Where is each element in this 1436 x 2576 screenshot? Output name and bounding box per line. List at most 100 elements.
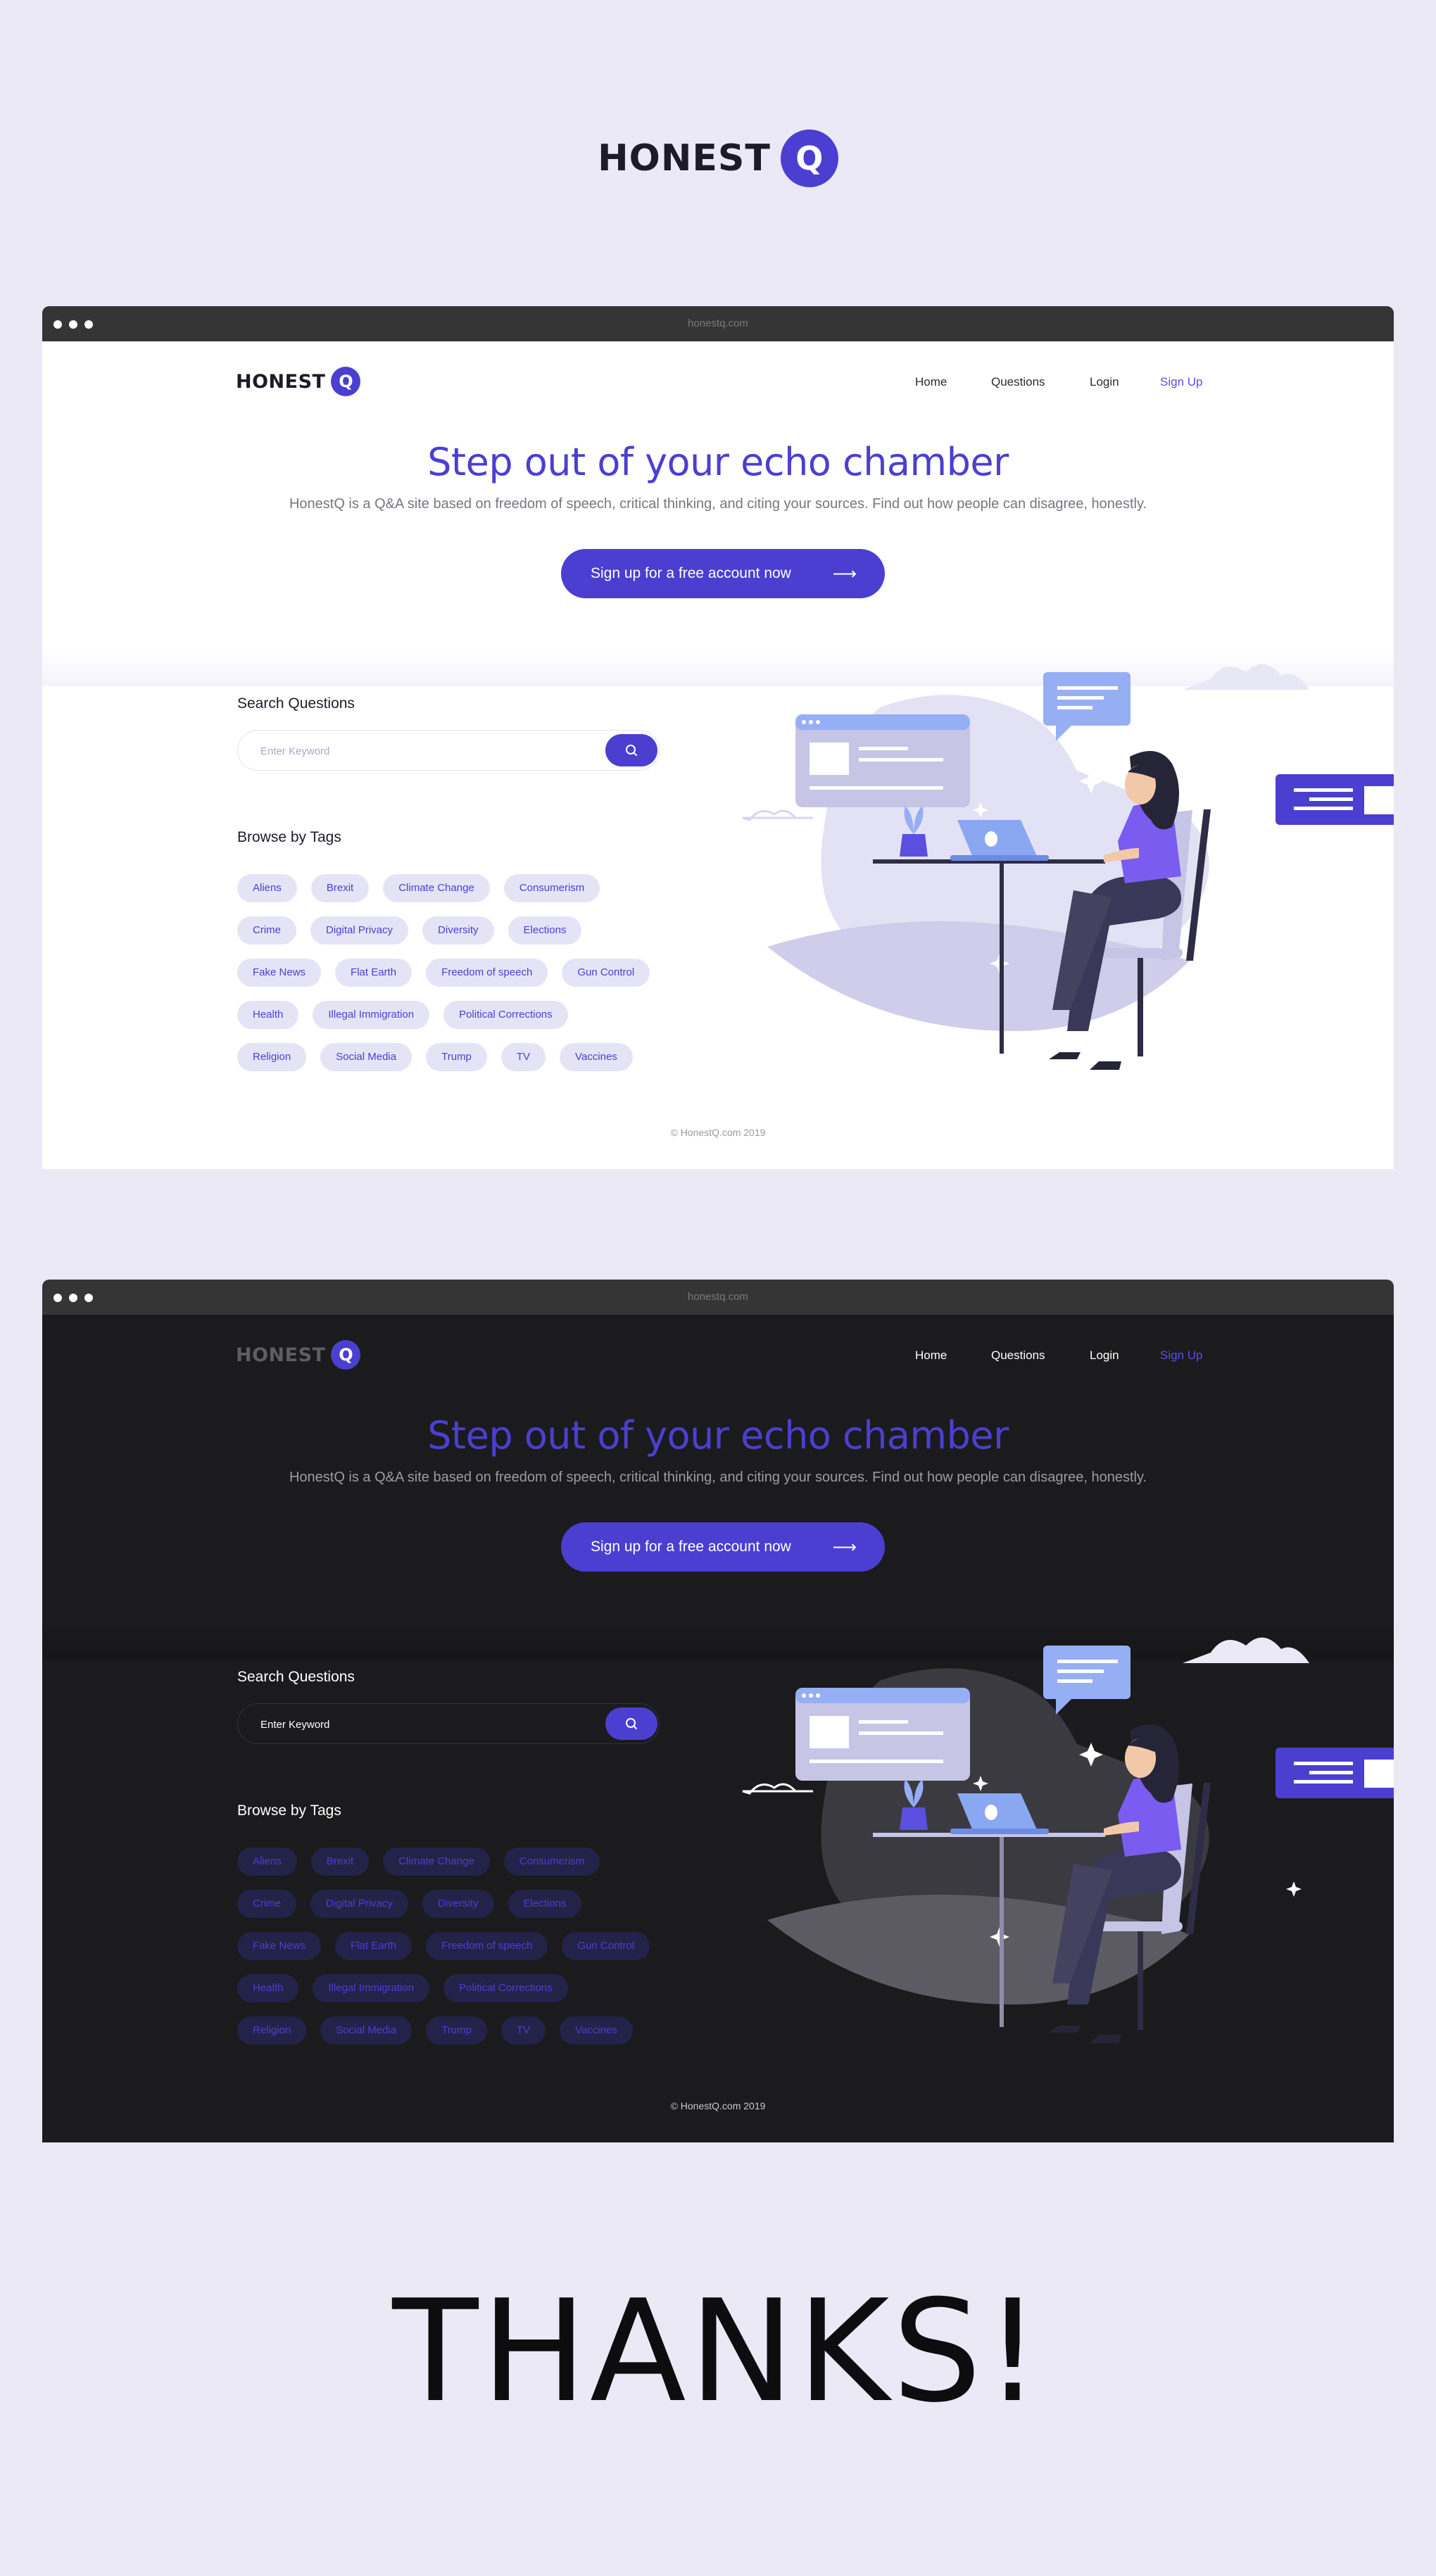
browser-chrome: honestq.com [42, 306, 1394, 341]
tag-chip[interactable]: Flat Earth [335, 959, 412, 987]
tag-chip[interactable]: Diversity [422, 1890, 494, 1918]
tag-chip[interactable]: Elections [508, 916, 582, 945]
arrow-right-icon: ⟶ [832, 1537, 857, 1557]
hero-title: Step out of your echo chamber [427, 440, 1009, 484]
tag-list: Aliens Brexit Climate Change Consumerism… [237, 1848, 688, 2059]
tag-chip[interactable]: Social Media [320, 1043, 412, 1071]
tag-row: Crime Digital Privacy Diversity Election… [237, 916, 688, 945]
tag-chip[interactable]: Brexit [310, 1848, 370, 1876]
brand-header: HONEST Q [0, 130, 1436, 187]
tag-chip[interactable]: Digital Privacy [310, 1890, 409, 1918]
tag-chip[interactable]: Fake News [237, 959, 322, 987]
closing-text: THANKS! [392, 2270, 1044, 2434]
site-logo[interactable]: HONEST Q [236, 1340, 361, 1370]
tag-chip[interactable]: Social Media [320, 2016, 412, 2045]
tag-chip[interactable]: Political Corrections [443, 1974, 568, 2002]
tag-chip[interactable]: Trump [426, 1043, 487, 1071]
logo-wordmark: HONEST [236, 370, 326, 393]
tag-chip[interactable]: Health [237, 1001, 299, 1029]
tag-row: Health Illegal Immigration Political Cor… [237, 1974, 688, 2002]
tag-chip[interactable]: Religion [237, 2016, 307, 2045]
tag-chip[interactable]: Gun Control [562, 959, 650, 987]
tag-row: Religion Social Media Trump TV Vaccines [237, 1043, 688, 1071]
tag-chip[interactable]: Crime [237, 1890, 296, 1918]
main-nav: Home Questions Login Sign Up [915, 1349, 1216, 1363]
logo-q-badge: Q [331, 367, 361, 396]
tag-chip[interactable]: Illegal Immigration [313, 1974, 430, 2002]
tag-chip[interactable]: Consumerism [503, 874, 600, 902]
search-icon [626, 1718, 637, 1729]
brand-wordmark: HONEST [598, 137, 771, 179]
search-button[interactable] [605, 734, 657, 766]
nav-signup[interactable]: Sign Up [1160, 375, 1216, 389]
tag-chip[interactable]: Religion [237, 1043, 307, 1071]
hero-title: Step out of your echo chamber [427, 1413, 1009, 1458]
tag-chip[interactable]: Diversity [422, 916, 494, 945]
tag-chip[interactable]: Fake News [237, 1932, 322, 1960]
footer-copyright: © HonestQ.com 2019 [670, 2100, 766, 2111]
nav-questions[interactable]: Questions [991, 1349, 1090, 1363]
search-input[interactable] [259, 1704, 572, 1745]
hero-illustration [742, 664, 1394, 1070]
brand-q-badge: Q [780, 130, 838, 187]
tag-chip[interactable]: Climate Change [383, 874, 490, 902]
logo-q-badge: Q [331, 1340, 361, 1370]
tag-chip[interactable]: Health [237, 1974, 299, 2002]
search-heading: Search Questions [237, 695, 355, 712]
tag-chip[interactable]: Gun Control [562, 1932, 650, 1960]
tag-chip[interactable]: Aliens [237, 874, 297, 902]
tag-chip[interactable]: Brexit [310, 874, 370, 902]
tag-chip[interactable]: Vaccines [560, 1043, 633, 1071]
tag-chip[interactable]: Aliens [237, 1848, 297, 1876]
address-bar[interactable]: honestq.com [42, 317, 1394, 329]
tag-chip[interactable]: Freedom of speech [426, 1932, 548, 1960]
hero-illustration [742, 1637, 1394, 2043]
tag-chip[interactable]: Elections [508, 1890, 582, 1918]
tag-chip[interactable]: Flat Earth [335, 1932, 412, 1960]
nav-home[interactable]: Home [915, 1349, 991, 1363]
tag-row: Health Illegal Immigration Political Cor… [237, 1001, 688, 1029]
nav-signup[interactable]: Sign Up [1160, 1349, 1216, 1363]
tag-chip[interactable]: TV [500, 2016, 546, 2045]
search-icon [626, 745, 637, 756]
tag-chip[interactable]: Crime [237, 916, 296, 945]
tag-chip[interactable]: Political Corrections [443, 1001, 568, 1029]
nav-home[interactable]: Home [915, 375, 991, 389]
footer-copyright: © HonestQ.com 2019 [670, 1127, 766, 1138]
tag-chip[interactable]: TV [500, 1043, 546, 1071]
search-heading: Search Questions [237, 1669, 355, 1685]
signup-cta-button[interactable]: Sign up for a free account now ⟶ [561, 1522, 885, 1572]
main-nav: Home Questions Login Sign Up [915, 375, 1216, 389]
cta-label: Sign up for a free account now [591, 1539, 791, 1555]
tag-chip[interactable]: Consumerism [503, 1848, 600, 1876]
nav-questions[interactable]: Questions [991, 375, 1090, 389]
tag-list: Aliens Brexit Climate Change Consumerism… [237, 874, 688, 1085]
nav-login[interactable]: Login [1090, 375, 1160, 389]
nav-login[interactable]: Login [1090, 1349, 1160, 1363]
tag-chip[interactable]: Climate Change [383, 1848, 490, 1876]
tags-heading: Browse by Tags [237, 829, 341, 845]
tag-chip[interactable]: Trump [426, 2016, 487, 2045]
tag-chip[interactable]: Vaccines [560, 2016, 633, 2045]
site-logo[interactable]: HONEST Q [236, 367, 361, 396]
tag-row: Aliens Brexit Climate Change Consumerism [237, 1848, 688, 1876]
search-box [237, 1703, 660, 1745]
browser-mockup-dark: honestq.com HONEST Q Home Questions Logi… [42, 1280, 1394, 2142]
search-input[interactable] [259, 731, 572, 771]
tag-chip[interactable]: Illegal Immigration [313, 1001, 430, 1029]
hero-subtitle: HonestQ is a Q&A site based on freedom o… [289, 1470, 1147, 1485]
arrow-right-icon: ⟶ [832, 564, 857, 583]
address-bar[interactable]: honestq.com [42, 1291, 1394, 1303]
tag-row: Crime Digital Privacy Diversity Election… [237, 1890, 688, 1918]
logo-wordmark: HONEST [236, 1344, 326, 1366]
browser-chrome: honestq.com [42, 1280, 1394, 1315]
tag-chip[interactable]: Digital Privacy [310, 916, 409, 945]
search-button[interactable] [605, 1707, 657, 1740]
page-dark: HONEST Q Home Questions Login Sign Up St… [42, 1315, 1394, 2142]
tag-row: Religion Social Media Trump TV Vaccines [237, 2016, 688, 2045]
tag-row: Fake News Flat Earth Freedom of speech G… [237, 1932, 688, 1960]
signup-cta-button[interactable]: Sign up for a free account now ⟶ [561, 549, 885, 598]
cta-label: Sign up for a free account now [591, 565, 791, 581]
tag-chip[interactable]: Freedom of speech [426, 959, 548, 987]
search-box [237, 730, 660, 771]
